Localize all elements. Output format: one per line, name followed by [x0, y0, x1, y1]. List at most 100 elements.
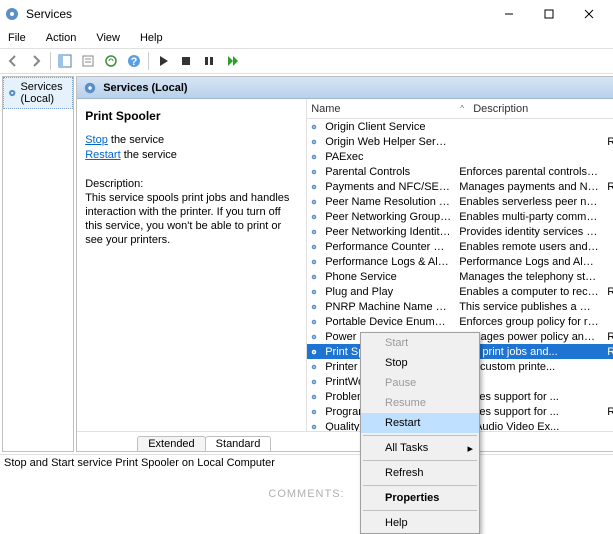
restart-link[interactable]: Restart	[85, 149, 120, 161]
gear-icon	[307, 121, 321, 133]
menu-view[interactable]: View	[92, 30, 124, 46]
show-hide-tree-button[interactable]	[54, 50, 76, 72]
service-row[interactable]: PAExec	[307, 149, 613, 164]
main-header: Services (Local)	[77, 77, 613, 99]
ctx-properties[interactable]: Properties	[361, 488, 479, 508]
ctx-stop[interactable]: Stop	[361, 353, 479, 373]
console-tree: Services (Local)	[2, 76, 74, 452]
maximize-button[interactable]	[529, 0, 569, 28]
col-name[interactable]: Name	[307, 103, 455, 115]
status-bar: Stop and Start service Print Spooler on …	[0, 454, 613, 474]
play-button[interactable]	[152, 50, 174, 72]
service-row[interactable]: Origin Web Helper ServiceRunning	[307, 134, 613, 149]
service-name: Performance Counter DLL ...	[321, 241, 455, 253]
gear-icon	[307, 241, 321, 253]
gear-icon	[307, 346, 321, 358]
service-row[interactable]: Origin Client Service	[307, 119, 613, 134]
stop-link[interactable]: Stop	[85, 134, 108, 146]
tab-extended[interactable]: Extended	[137, 436, 205, 451]
service-name-heading: Print Spooler	[85, 109, 298, 123]
service-row[interactable]: Payments and NFC/SE Man...Manages paymen…	[307, 179, 613, 194]
service-desc: Enables serverless peer name res...	[455, 196, 603, 208]
close-button[interactable]	[569, 0, 609, 28]
ctx-resume: Resume	[361, 393, 479, 413]
service-row[interactable]: Peer Networking GroupingEnables multi-pa…	[307, 209, 613, 224]
gear-icon	[307, 316, 321, 328]
help-button[interactable]: ?	[123, 50, 145, 72]
service-row[interactable]: Performance Counter DLL ...Enables remot…	[307, 239, 613, 254]
service-status: Running	[603, 331, 613, 343]
properties-button[interactable]	[77, 50, 99, 72]
gear-icon	[307, 151, 321, 163]
ctx-start: Start	[361, 333, 479, 353]
ctx-all-tasks[interactable]: All Tasks▸	[361, 438, 479, 458]
description-text: This service spools print jobs and handl…	[85, 191, 298, 247]
service-row[interactable]: Phone ServiceManages the telephony state…	[307, 269, 613, 284]
service-desc: Manages payments and Near Fiel...	[455, 181, 603, 193]
ctx-separator	[363, 485, 477, 486]
ctx-refresh[interactable]: Refresh	[361, 463, 479, 483]
service-desc: Manages the telephony state on ...	[455, 271, 603, 283]
gear-icon	[307, 421, 321, 432]
service-row[interactable]: Peer Name Resolution Prot...Enables serv…	[307, 194, 613, 209]
service-row[interactable]: Portable Device Enumerator...Enforces gr…	[307, 314, 613, 329]
window-title: Services	[26, 7, 489, 21]
minimize-button[interactable]	[489, 0, 529, 28]
gear-icon	[307, 301, 321, 313]
ctx-help[interactable]: Help	[361, 513, 479, 533]
service-status: Running	[603, 406, 613, 418]
gear-icon	[307, 196, 321, 208]
tree-node-label: Services (Local)	[20, 81, 68, 105]
menu-file[interactable]: File	[4, 30, 30, 46]
ctx-separator	[363, 460, 477, 461]
gear-icon	[307, 331, 321, 343]
chevron-right-icon: ▸	[467, 442, 473, 455]
col-description[interactable]: Description	[469, 103, 613, 115]
svg-text:?: ?	[131, 56, 138, 68]
export-button[interactable]	[100, 50, 122, 72]
service-row[interactable]: Plug and PlayEnables a computer to recog…	[307, 284, 613, 299]
ctx-pause: Pause	[361, 373, 479, 393]
service-desc: Enforces group policy for remov...	[455, 316, 603, 328]
service-desc: Enables multi-party communicat...	[455, 211, 603, 223]
title-bar: Services	[0, 0, 613, 28]
sort-indicator-icon: ^	[455, 104, 469, 113]
gear-icon	[307, 391, 321, 403]
service-desc: Enables a computer to recognize ...	[455, 286, 603, 298]
pause-button[interactable]	[198, 50, 220, 72]
column-headers: Name ^ Description Status	[307, 99, 613, 119]
ctx-separator	[363, 435, 477, 436]
detail-pane: Print Spooler Stop the service Restart t…	[77, 99, 307, 431]
service-row[interactable]: Parental ControlsEnforces parental contr…	[307, 164, 613, 179]
service-name: Performance Logs & Alerts	[321, 256, 455, 268]
view-tabs: Extended Standard	[77, 431, 613, 451]
service-name: Origin Web Helper Service	[321, 136, 455, 148]
service-name: Plug and Play	[321, 286, 455, 298]
service-row[interactable]: Performance Logs & AlertsPerformance Log…	[307, 254, 613, 269]
service-desc: Enforces parental controls for chi...	[455, 166, 603, 178]
services-icon	[83, 81, 97, 95]
tab-standard[interactable]: Standard	[205, 436, 272, 451]
forward-button[interactable]	[25, 50, 47, 72]
service-name: Origin Client Service	[321, 121, 455, 133]
main-panel: Services (Local) Print Spooler Stop the …	[76, 76, 613, 452]
comments-label: COMMENTS:	[0, 474, 613, 500]
service-status: Running	[603, 181, 613, 193]
menu-help[interactable]: Help	[136, 30, 167, 46]
service-name: Payments and NFC/SE Man...	[321, 181, 455, 193]
description-label: Description:	[85, 177, 298, 191]
service-row[interactable]: Peer Networking Identity M...Provides id…	[307, 224, 613, 239]
restart-button[interactable]	[221, 50, 243, 72]
gear-icon	[307, 166, 321, 178]
menu-action[interactable]: Action	[42, 30, 81, 46]
ctx-restart[interactable]: Restart	[361, 413, 479, 433]
service-desc: This service publishes a machine ...	[455, 301, 603, 313]
tree-node-services-local[interactable]: Services (Local)	[3, 77, 73, 109]
stop-button[interactable]	[175, 50, 197, 72]
context-menu: Start Stop Pause Resume Restart All Task…	[360, 332, 480, 534]
service-name: Parental Controls	[321, 166, 455, 178]
back-button[interactable]	[2, 50, 24, 72]
gear-icon	[307, 406, 321, 418]
service-row[interactable]: PNRP Machine Name Publi...This service p…	[307, 299, 613, 314]
service-status: Running	[603, 286, 613, 298]
